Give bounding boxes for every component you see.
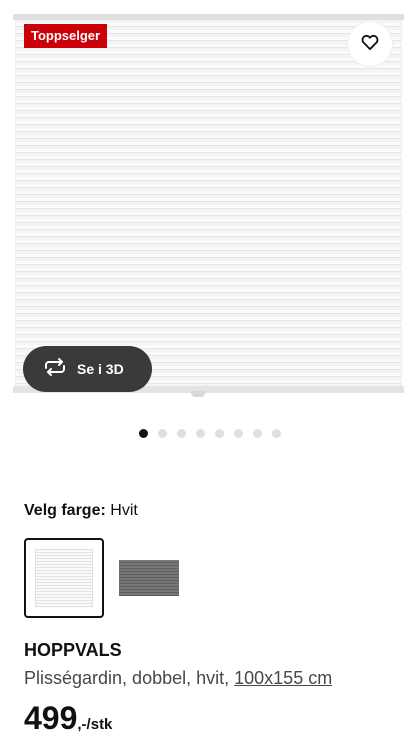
carousel-dot[interactable] <box>272 429 281 438</box>
swatch-image-white <box>35 549 93 607</box>
blind-top-rail <box>13 14 404 20</box>
carousel-dot[interactable] <box>215 429 224 438</box>
carousel-dot[interactable] <box>158 429 167 438</box>
color-swatch-gray[interactable] <box>109 538 189 618</box>
product-description-text: Plisségardin, dobbel, hvit, <box>24 668 230 688</box>
price-suffix: ,-/stk <box>77 716 113 733</box>
color-label-title: Velg farge: <box>24 502 106 519</box>
carousel-dot[interactable] <box>139 429 148 438</box>
color-picker-label: Velg farge: Hvit <box>24 502 138 520</box>
carousel-dots <box>139 429 281 438</box>
product-image <box>15 16 402 390</box>
rotate-3d-icon <box>42 357 68 382</box>
product-image-carousel[interactable]: Toppselger Se i 3D <box>0 0 417 415</box>
product-size-link[interactable]: 100x155 cm <box>234 668 332 688</box>
selected-color-name: Hvit <box>110 502 138 519</box>
view-in-3d-label: Se i 3D <box>77 361 124 377</box>
product-description: Plisségardin, dobbel, hvit, 100x155 cm <box>24 668 332 689</box>
blind-pull-handle <box>191 391 205 397</box>
carousel-dot[interactable] <box>234 429 243 438</box>
price-amount: 499 <box>24 700 78 736</box>
color-swatch-white[interactable] <box>24 538 104 618</box>
top-seller-badge: Toppselger <box>24 24 108 48</box>
product-price: 499 ,-/stk <box>24 700 112 737</box>
product-name: HOPPVALS <box>24 640 122 660</box>
swatch-image-gray <box>119 560 179 596</box>
carousel-dot[interactable] <box>196 429 205 438</box>
carousel-dot[interactable] <box>177 429 186 438</box>
view-in-3d-button[interactable]: Se i 3D <box>23 346 152 392</box>
favorite-button[interactable] <box>348 22 392 66</box>
carousel-dot[interactable] <box>253 429 262 438</box>
heart-outline-icon <box>360 32 380 57</box>
